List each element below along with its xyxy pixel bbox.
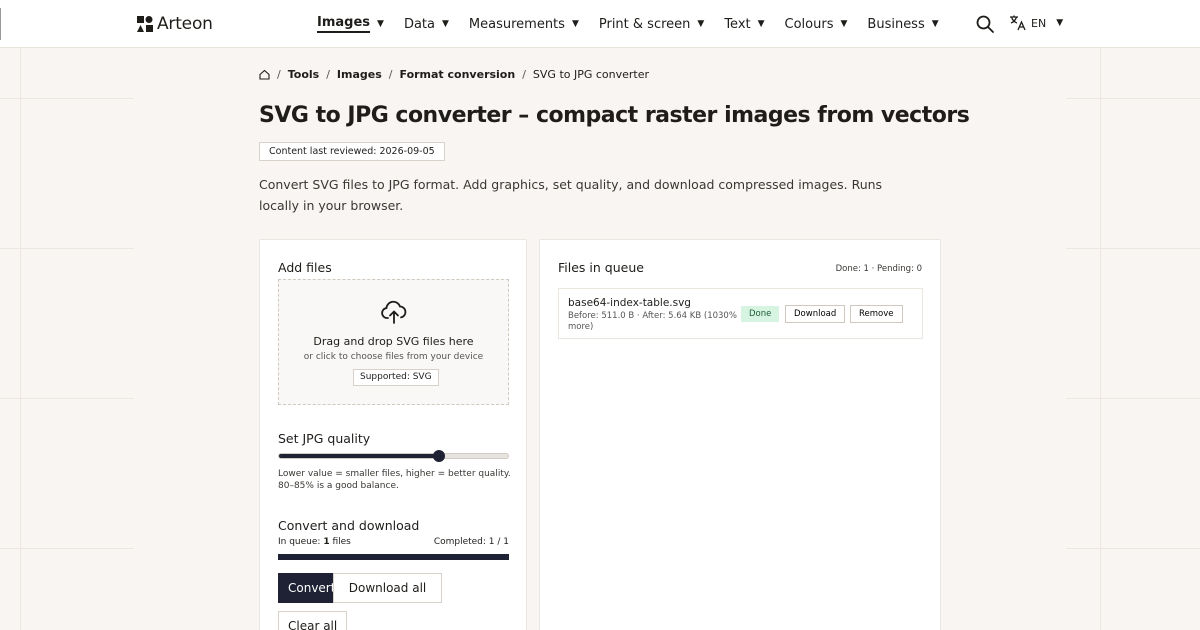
search-button[interactable] (975, 14, 995, 34)
queue-panel: Files in queue Done: 1 · Pending: 0 base… (539, 239, 941, 630)
slider-fill (279, 454, 440, 458)
window-edge (0, 8, 1, 40)
caret-down-icon: ▼ (697, 19, 705, 29)
file-size-meta: Before: 511.0 B · After: 5.64 KB (1030% … (568, 311, 737, 332)
breadcrumb-tools[interactable]: Tools (288, 68, 319, 81)
progress-fill (278, 554, 509, 560)
nav-item-measurements[interactable]: Measurements ▼ (469, 0, 579, 48)
language-selector[interactable]: EN ▼ (1009, 14, 1063, 32)
conversion-progress (278, 554, 509, 560)
nav-item-images[interactable]: Images ▼ (317, 0, 384, 48)
nav-item-colours[interactable]: Colours ▼ (785, 0, 848, 48)
brand-mark-icon (137, 16, 153, 32)
nav-item-print-screen[interactable]: Print & screen ▼ (599, 0, 704, 48)
nav-label: Data (403, 16, 435, 32)
queue-title: Files in queue (558, 260, 644, 275)
nav-item-business[interactable]: Business ▼ (867, 0, 938, 48)
convert-title: Convert and download (278, 518, 420, 533)
cloud-upload-icon (381, 300, 407, 324)
file-remove-button[interactable]: Remove (850, 305, 903, 323)
brand-name: Arteon (157, 14, 213, 34)
nav-item-data[interactable]: Data ▼ (404, 0, 449, 48)
breadcrumb-format-conversion[interactable]: Format conversion (400, 68, 516, 81)
page-intro: Convert SVG files to JPG format. Add gra… (259, 177, 883, 213)
nav-label: Measurements (468, 16, 565, 32)
converter-panel: Add files Drag and drop SVG files here o… (259, 239, 527, 630)
file-row: base64-index-table.svg Before: 511.0 B ·… (558, 288, 923, 339)
queue-meta: In queue: 1 files Completed: 1 / 1 (278, 537, 509, 547)
brand-logo[interactable]: Arteon (137, 14, 213, 34)
nav-label: Images (317, 15, 371, 33)
nav-label: Colours (784, 16, 834, 32)
main-nav: Images ▼ Data ▼ Measurements ▼ Print & s… (317, 0, 959, 48)
search-icon (976, 15, 994, 33)
file-name: base64-index-table.svg (568, 297, 691, 309)
download-all-button[interactable]: Download all (333, 573, 442, 603)
caret-down-icon: ▼ (931, 19, 939, 29)
add-files-title: Add files (278, 260, 332, 275)
queue-status: Done: 1 · Pending: 0 (835, 264, 922, 274)
completed-count: Completed: 1 / 1 (433, 537, 509, 547)
breadcrumb-current: SVG to JPG converter (532, 68, 650, 81)
in-queue-count: In queue: 1 files (278, 537, 351, 547)
nav-item-text[interactable]: Text ▼ (724, 0, 764, 48)
file-download-button[interactable]: Download (785, 305, 846, 323)
language-code: EN (1031, 16, 1047, 30)
caret-down-icon: ▼ (840, 19, 848, 29)
reviewed-badge: Content last reviewed: 2026-09-05 (259, 142, 445, 161)
breadcrumb-images[interactable]: Images (337, 68, 382, 81)
nav-label: Print & screen (598, 16, 691, 32)
slider-thumb[interactable] (433, 450, 446, 462)
dropzone-text: Drag and drop SVG files here (313, 335, 474, 348)
caret-down-icon: ▼ (571, 19, 579, 29)
quality-title: Set JPG quality (278, 431, 371, 446)
clear-all-button[interactable]: Clear all (278, 611, 348, 630)
quality-slider[interactable] (278, 450, 509, 462)
nav-label: Business (867, 16, 925, 32)
site-header: Arteon Images ▼ Data ▼ Measurements ▼ Pr… (0, 0, 1200, 48)
supported-formats-badge: Supported: SVG (353, 369, 439, 386)
file-dropzone[interactable]: Drag and drop SVG files here or click to… (278, 279, 509, 405)
nav-label: Text (724, 16, 751, 32)
caret-down-icon: ▼ (377, 19, 384, 29)
caret-down-icon: ▼ (757, 19, 765, 29)
translate-icon (1010, 15, 1026, 31)
status-badge: Done (741, 306, 780, 322)
caret-down-icon: ▼ (441, 19, 449, 29)
quality-hint: Lower value = smaller files, higher = be… (278, 469, 511, 491)
home-icon[interactable] (259, 69, 270, 80)
caret-down-icon: ▼ (1056, 18, 1064, 28)
page-title: SVG to JPG converter – compact raster im… (259, 103, 970, 128)
dropzone-subtext: or click to choose files from your devic… (303, 352, 484, 362)
breadcrumb: / Tools / Images / Format conversion / S… (259, 68, 649, 81)
